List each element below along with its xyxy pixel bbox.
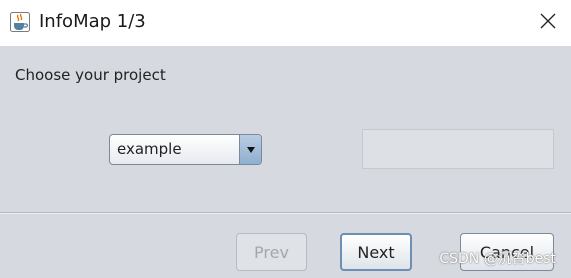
project-select-value: example: [117, 140, 182, 158]
dropdown-arrow-button[interactable]: [239, 135, 261, 164]
close-icon: [540, 13, 556, 33]
prev-button[interactable]: Prev: [236, 233, 307, 271]
project-name-field[interactable]: [362, 129, 554, 169]
separator: [0, 212, 571, 214]
next-button[interactable]: Next: [340, 233, 412, 271]
triangle-down-icon: [246, 146, 255, 153]
dialog-content: Choose your project example Prev Next Ca…: [0, 46, 571, 278]
watermark: CSDN @沉沓best: [439, 251, 556, 267]
choose-project-label: Choose your project: [15, 66, 166, 84]
close-button[interactable]: [533, 8, 563, 38]
project-select[interactable]: example: [109, 134, 262, 165]
window-title: InfoMap 1/3: [39, 11, 146, 32]
java-cup-icon: [10, 12, 30, 32]
title-bar: InfoMap 1/3: [0, 0, 571, 46]
